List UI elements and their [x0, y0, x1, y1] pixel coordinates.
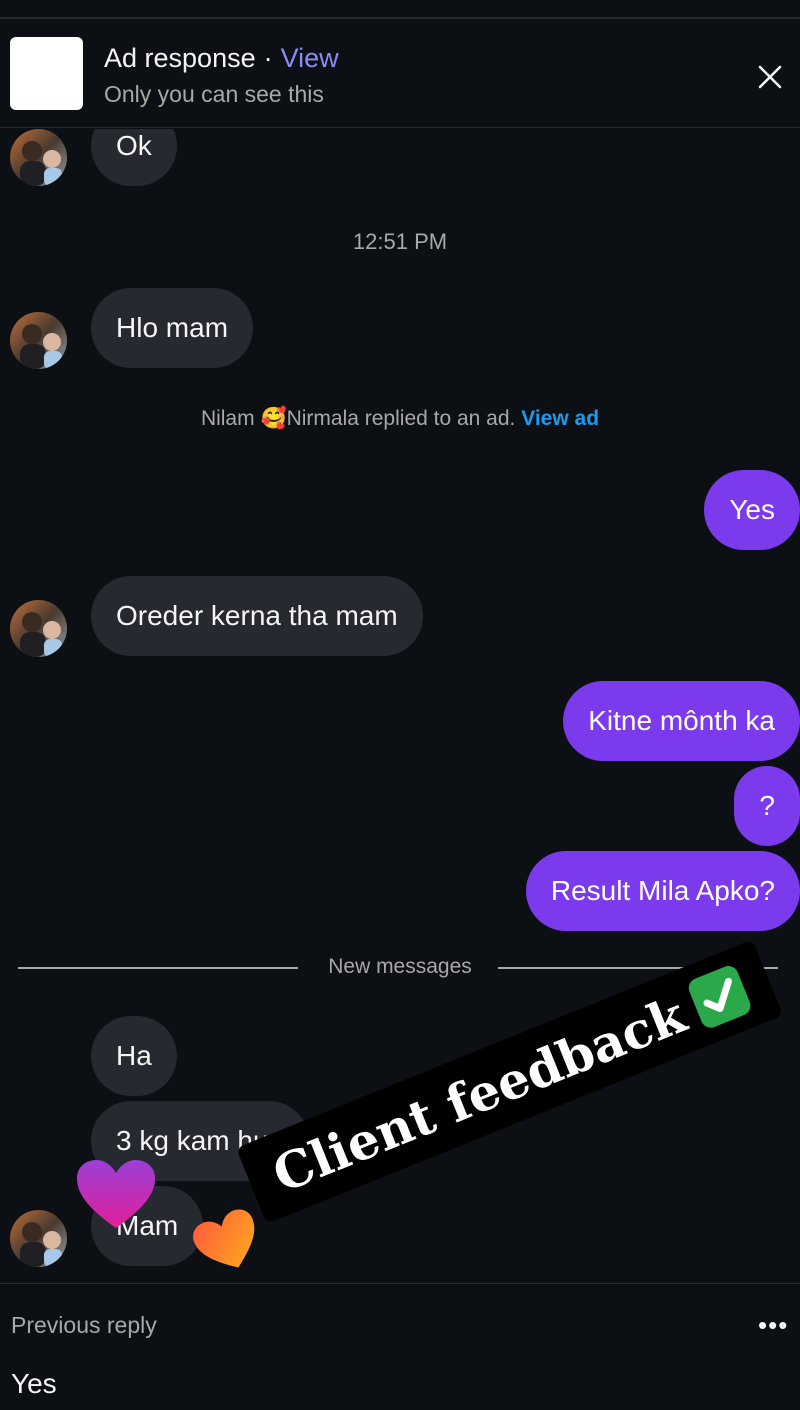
message-bubble-result[interactable]: Result Mila Apko?	[525, 851, 800, 931]
message-text: Oreder kerna tha mam	[116, 600, 398, 631]
check-icon	[685, 962, 754, 1031]
banner-title-row-overlay: Ad response · View	[104, 43, 339, 74]
message-text: Ok	[116, 130, 152, 161]
view-link-overlay[interactable]: View	[281, 43, 339, 73]
message-text: Result Mila Apko?	[550, 875, 775, 906]
message-bubble-kitne[interactable]: Kitne mônth ka	[563, 681, 800, 761]
banner-title-overlay: Ad response	[104, 43, 256, 73]
message-text: Hlo mam	[116, 312, 229, 343]
message-bubble-oreder[interactable]: Oreder kerna tha mam	[91, 576, 423, 656]
banner-subtitle-overlay: Only you can see this	[104, 81, 324, 107]
sender-avatar[interactable]	[10, 312, 67, 369]
ad-note-text: Nilam 🥰Nirmala replied to an ad.	[200, 407, 516, 430]
message-text: Kitne mônth ka	[588, 705, 775, 736]
previous-reply-panel: Previous reply ••• Yes	[0, 1283, 800, 1410]
client-feedback-sticker: Client feedback	[236, 939, 784, 1225]
previous-reply-label: Previous reply	[11, 1312, 157, 1338]
view-ad-link[interactable]: View ad	[521, 407, 599, 430]
sender-avatar[interactable]	[10, 129, 67, 186]
message-text: ?	[759, 790, 775, 821]
timestamp: 12:51 PM	[352, 229, 448, 254]
purple-heart-icon	[75, 1158, 157, 1235]
message-bubble-yes[interactable]: Yes	[704, 470, 800, 550]
message-bubble-ha[interactable]: Ha	[91, 1016, 177, 1096]
close-icon[interactable]	[754, 61, 786, 93]
header-overlay: Ad response · View Only you can see this	[0, 19, 800, 128]
sender-avatar[interactable]	[10, 1210, 67, 1267]
sender-avatar[interactable]	[10, 600, 67, 657]
title-separator-overlay: ·	[263, 43, 273, 73]
ad-thumbnail-overlay	[10, 37, 83, 110]
message-bubble-hlo[interactable]: Hlo mam	[91, 288, 254, 368]
message-bubble-question[interactable]: ?	[734, 766, 800, 846]
message-text: Ha	[116, 1040, 152, 1071]
more-icon[interactable]: •••	[758, 1312, 788, 1338]
ad-reply-note: Nilam 🥰Nirmala replied to an ad. View ad	[0, 407, 800, 431]
message-text: Yes	[729, 494, 775, 525]
previous-reply-text: Yes	[11, 1368, 57, 1399]
sticker-text: Client feedback	[264, 984, 694, 1204]
